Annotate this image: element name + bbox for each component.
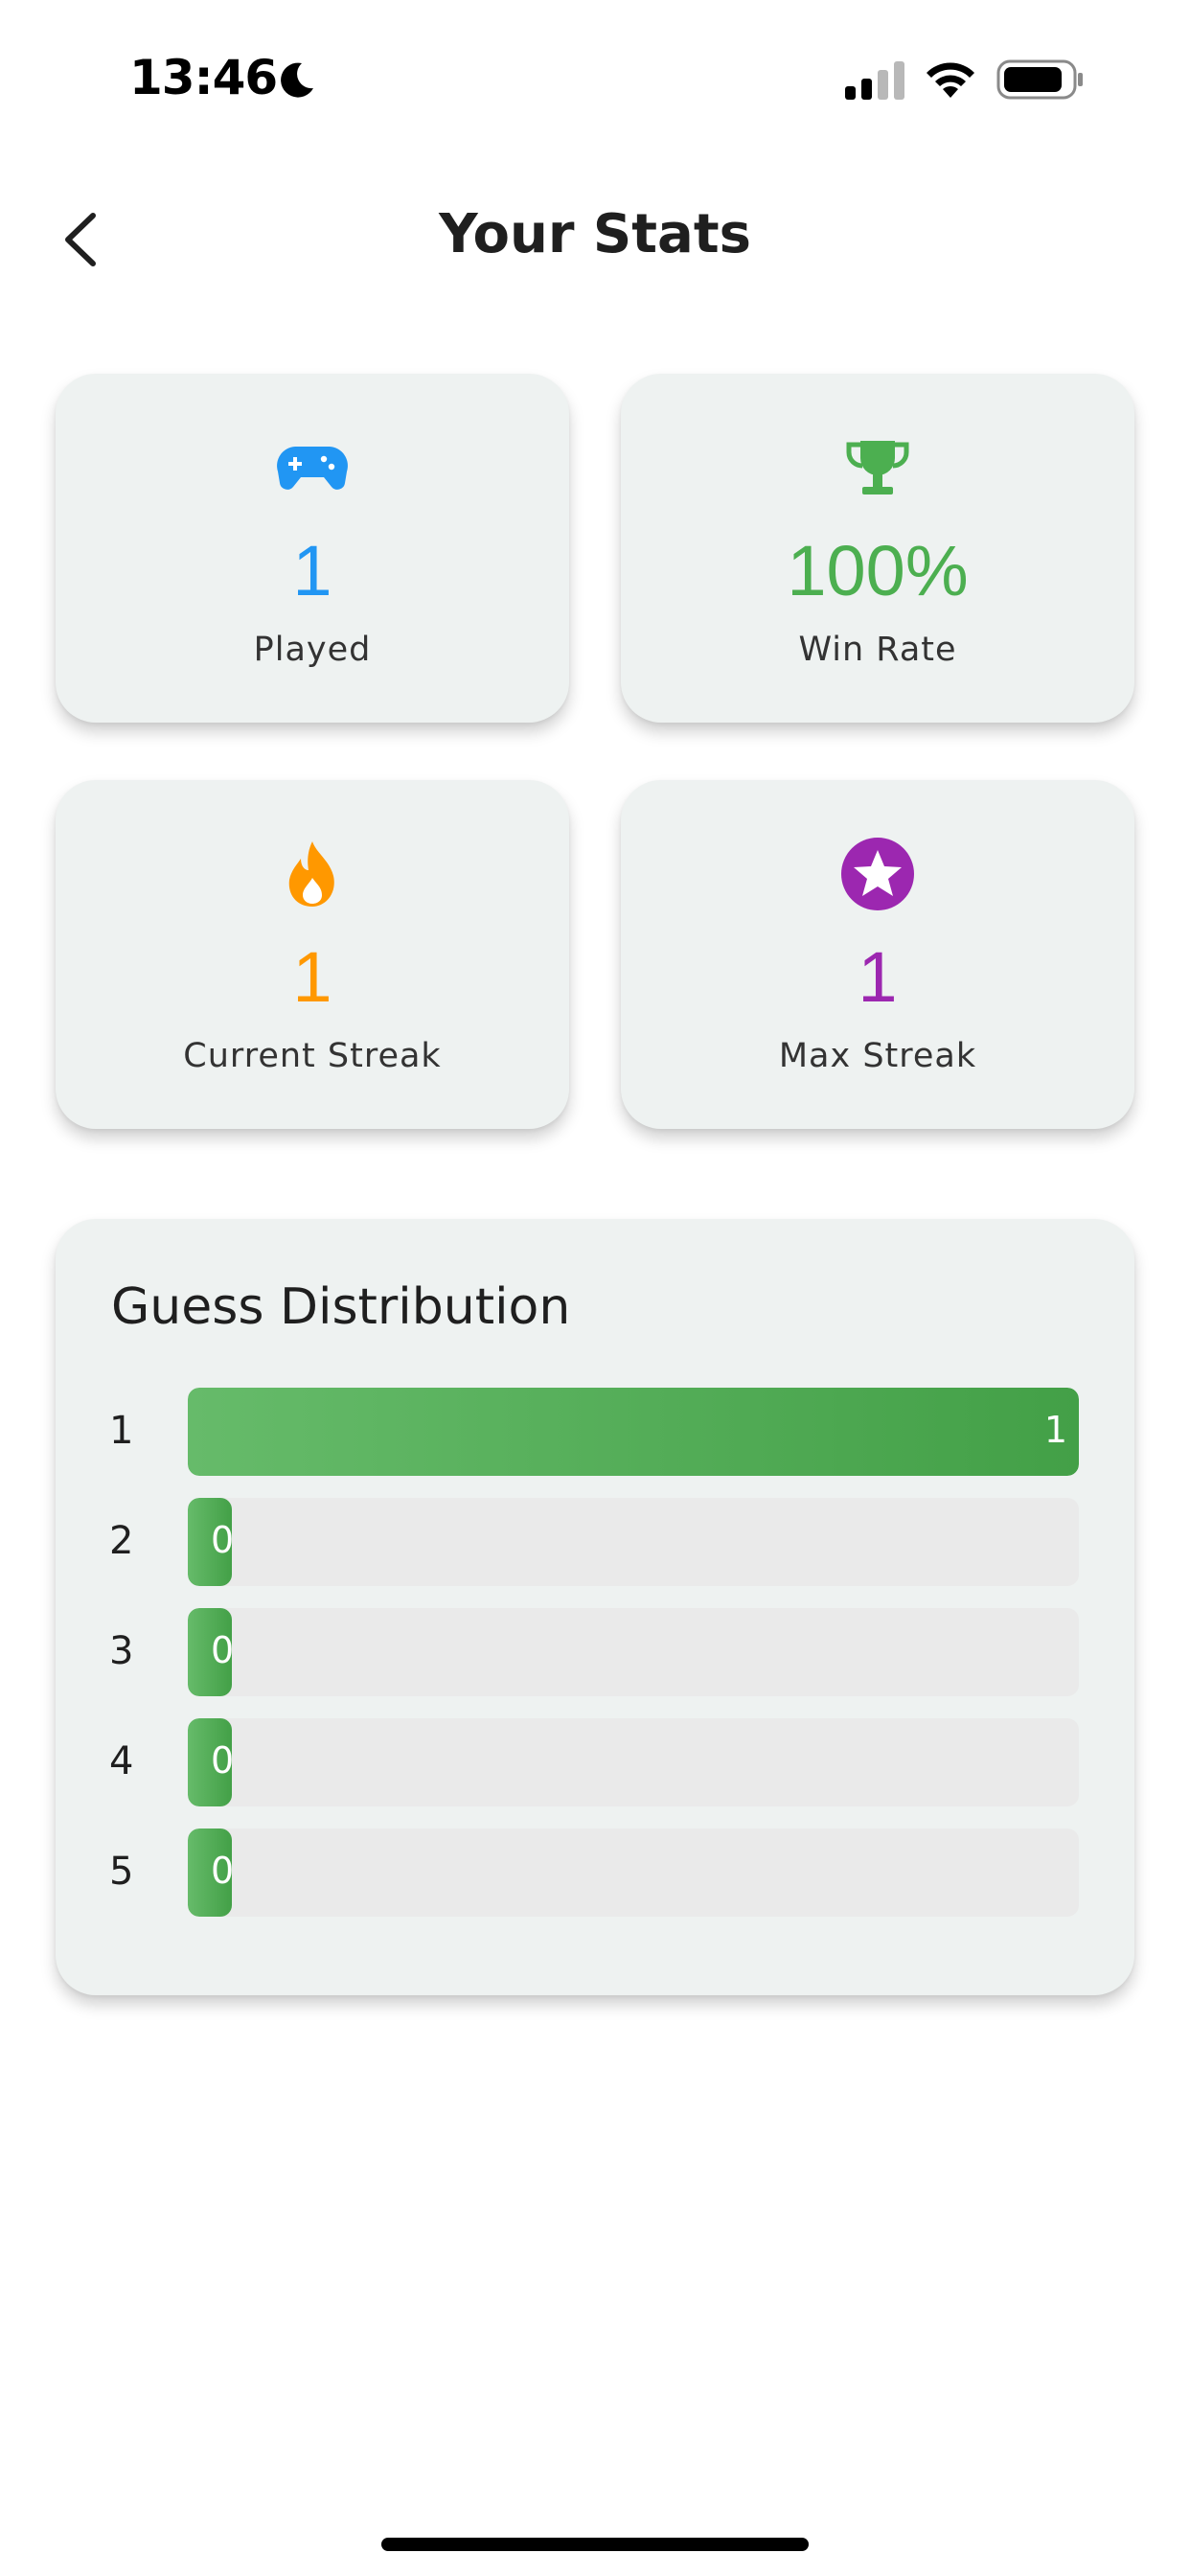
distribution-count: 0 — [211, 1850, 235, 1892]
distribution-count: 0 — [211, 1739, 235, 1782]
distribution-bar-track: 0 — [188, 1498, 1079, 1586]
page-title: Your Stats — [439, 203, 751, 265]
distribution-row: 4 0 — [56, 1718, 1134, 1806]
guess-distribution-panel: Guess Distribution 1 1 2 0 3 0 4 0 5 0 — [56, 1219, 1134, 1995]
distribution-bar-track: 0 — [188, 1828, 1079, 1917]
max-streak-value: 1 — [858, 937, 898, 1017]
distribution-bar: 0 — [188, 1828, 235, 1917]
distribution-bar-track: 0 — [188, 1608, 1079, 1696]
distribution-row: 5 0 — [56, 1828, 1134, 1917]
distribution-count: 0 — [211, 1629, 235, 1671]
status-bar: 13:46 — [0, 0, 1190, 163]
stat-card-played: 1 Played — [56, 374, 569, 723]
current-streak-value: 1 — [292, 937, 332, 1017]
moon-icon — [281, 62, 313, 98]
stat-card-max-streak: 1 Max Streak — [621, 780, 1134, 1129]
battery-icon — [996, 59, 1083, 100]
distribution-bar-track: 0 — [188, 1718, 1079, 1806]
guess-number: 2 — [109, 1519, 134, 1563]
win-rate-label: Win Rate — [798, 631, 957, 669]
guess-number: 3 — [109, 1629, 134, 1673]
stat-card-win-rate: 100% Win Rate — [621, 374, 1134, 723]
distribution-bar: 1 — [188, 1388, 1079, 1476]
stat-card-current-streak: 1 Current Streak — [56, 780, 569, 1129]
trophy-icon — [846, 441, 909, 494]
wifi-icon — [927, 62, 974, 98]
gamepad-icon — [277, 447, 348, 490]
guess-number: 5 — [109, 1850, 134, 1894]
distribution-bar: 0 — [188, 1608, 235, 1696]
distribution-row: 1 1 — [56, 1388, 1134, 1476]
distribution-count: 0 — [211, 1519, 235, 1561]
played-label: Played — [253, 631, 372, 669]
distribution-bar: 0 — [188, 1498, 235, 1586]
status-time: 13:46 — [129, 50, 278, 105]
win-rate-value: 100% — [787, 531, 969, 610]
flame-icon — [288, 841, 334, 907]
distribution-row: 2 0 — [56, 1498, 1134, 1586]
distribution-count: 1 — [1043, 1409, 1067, 1451]
max-streak-label: Max Streak — [778, 1037, 977, 1075]
played-value: 1 — [292, 531, 332, 610]
cellular-signal-icon — [845, 61, 904, 100]
distribution-bar-track: 1 — [188, 1388, 1079, 1476]
current-streak-label: Current Streak — [183, 1037, 442, 1075]
guess-number: 1 — [109, 1409, 134, 1453]
distribution-row: 3 0 — [56, 1608, 1134, 1696]
guess-number: 4 — [109, 1739, 134, 1783]
home-indicator[interactable] — [381, 2538, 809, 2551]
guess-distribution-title: Guess Distribution — [111, 1278, 571, 1336]
distribution-bar: 0 — [188, 1718, 235, 1806]
star-icon — [841, 838, 914, 910]
